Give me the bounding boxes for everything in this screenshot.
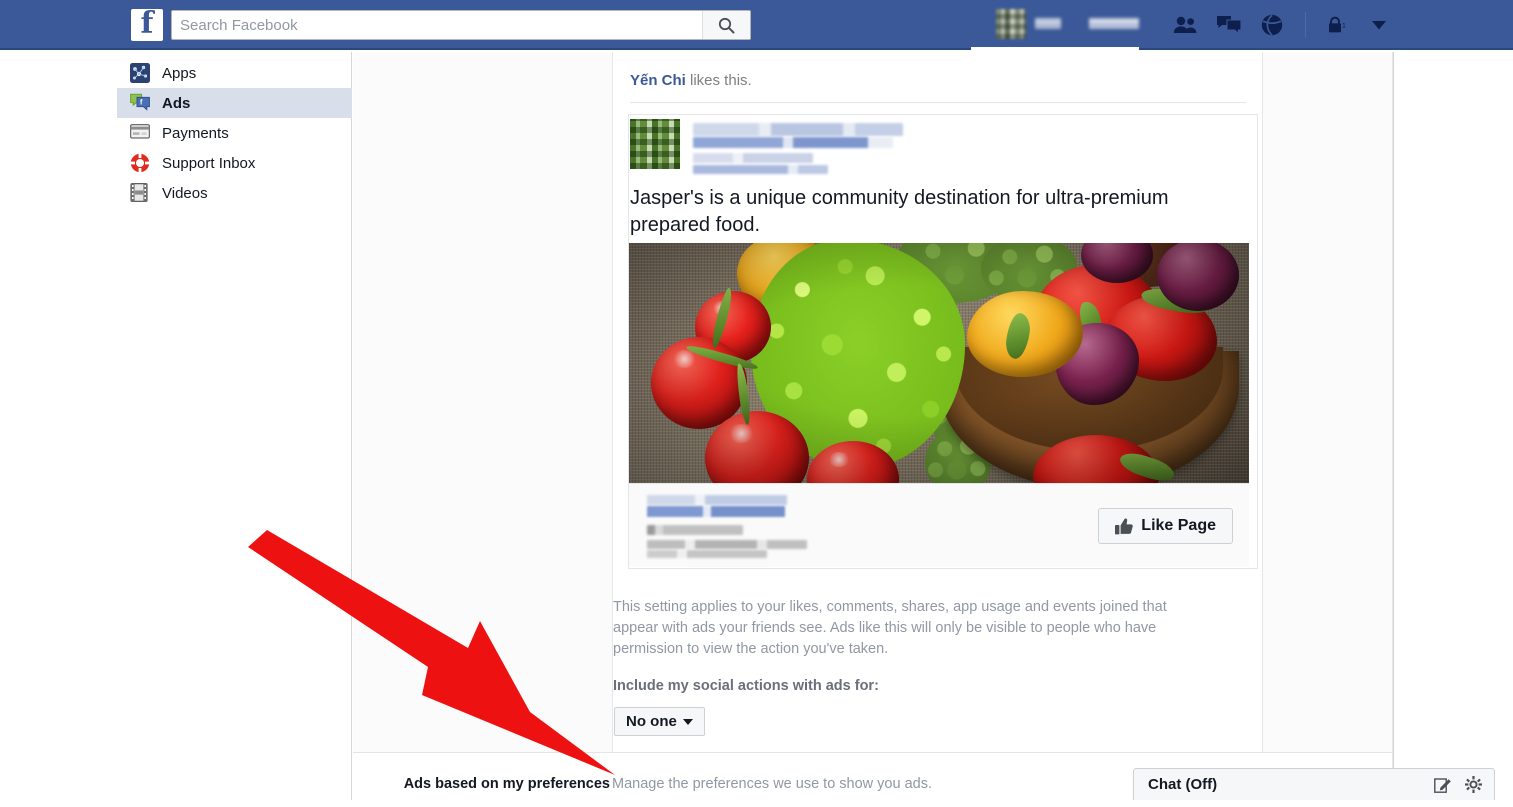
svg-text:1: 1 <box>1342 23 1345 30</box>
settings-sidebar: Apps f Ads Payments Support Inbox Videos <box>0 52 352 800</box>
thumbs-up-icon <box>1115 517 1134 534</box>
ad-preview-card: Jasper's is a unique community destinati… <box>628 114 1258 569</box>
facebook-logo[interactable]: f <box>131 9 163 41</box>
search-bar[interactable] <box>171 10 751 40</box>
setting-label: Include my social actions with ads for: <box>613 678 879 694</box>
sidebar-item-label: Support Inbox <box>162 154 256 172</box>
privacy-shortcuts-button[interactable]: 1 <box>1325 12 1359 38</box>
apps-icon <box>130 63 150 83</box>
sidebar-item-payments[interactable]: Payments <box>117 118 352 148</box>
page-avatar[interactable] <box>630 119 680 169</box>
ad-body-text: Jasper's is a unique community destinati… <box>630 187 1169 236</box>
likes-suffix: likes this. <box>685 72 752 89</box>
privacy-lock-icon: 1 <box>1329 16 1345 33</box>
audience-dropdown-button[interactable]: No one <box>614 707 705 736</box>
top-navigation-bar: f Search Facebook 1 <box>0 0 1513 50</box>
chevron-down-icon <box>682 718 693 725</box>
page-name-redacted-line <box>693 137 893 148</box>
notifications-button[interactable] <box>1258 12 1286 38</box>
photo-vignette <box>629 243 1249 483</box>
messages-icon <box>1217 16 1242 35</box>
right-gutter <box>1393 52 1513 800</box>
friend-requests-button[interactable] <box>1171 12 1199 38</box>
ads-icon: f <box>130 93 150 113</box>
sidebar-item-apps[interactable]: Apps <box>117 58 352 88</box>
film-strip-icon <box>130 183 150 203</box>
gear-icon <box>1465 776 1482 793</box>
compose-button[interactable] <box>1434 776 1451 793</box>
social-ads-setting-card: Yến Chi likes this. Jasper's is a unique… <box>612 52 1263 752</box>
sidebar-item-support-inbox[interactable]: Support Inbox <box>117 148 352 178</box>
page-desc-redacted <box>647 525 743 535</box>
divider <box>630 102 1246 103</box>
page-meta-redacted-line <box>693 153 813 163</box>
sidebar-item-label: Videos <box>162 184 208 202</box>
sidebar-item-label: Payments <box>162 124 229 142</box>
chat-label: Chat (Off) <box>1148 776 1218 793</box>
ad-photo[interactable] <box>629 243 1249 483</box>
page-link-redacted <box>647 506 785 517</box>
sidebar-item-label: Apps <box>162 64 197 82</box>
avatar <box>996 8 1026 39</box>
liker-name[interactable]: Yến Chi <box>630 72 686 89</box>
search-input[interactable] <box>172 11 702 39</box>
preferences-title: Ads based on my preferences <box>403 776 610 792</box>
like-page-button[interactable]: Like Page <box>1098 508 1233 544</box>
chat-bar[interactable]: Chat (Off) <box>1133 768 1495 800</box>
page-body: Apps f Ads Payments Support Inbox Videos… <box>0 52 1513 800</box>
payments-card-icon <box>129 123 151 143</box>
page-name-redacted-line <box>693 123 903 136</box>
nav-divider <box>1305 12 1306 38</box>
home-link-redacted <box>1089 18 1139 29</box>
search-icon <box>718 17 735 33</box>
content-column: Yến Chi likes this. Jasper's is a unique… <box>353 52 1393 800</box>
account-dropdown-caret-icon <box>1372 20 1386 29</box>
audience-value: No one <box>626 713 677 730</box>
like-page-label: Like Page <box>1141 517 1216 534</box>
page-desc-redacted <box>647 550 767 558</box>
profile-name-redacted <box>1034 18 1062 29</box>
page-desc-redacted <box>647 540 807 549</box>
notifications-globe-icon <box>1261 14 1283 36</box>
profile-link[interactable] <box>971 0 1139 50</box>
page-link-redacted <box>647 495 787 505</box>
social-context-line: Yến Chi likes this. <box>630 72 752 89</box>
page-meta-redacted-line <box>693 165 828 174</box>
ad-footer: Like Page <box>629 483 1249 567</box>
compose-icon <box>1434 778 1451 793</box>
sidebar-item-videos[interactable]: Videos <box>117 178 352 208</box>
lifebuoy-icon <box>130 153 150 173</box>
friend-requests-icon <box>1173 16 1197 33</box>
setting-description: This setting applies to your likes, comm… <box>613 599 1167 657</box>
ads-settings-panel: Yến Chi likes this. Jasper's is a unique… <box>353 52 1393 752</box>
sidebar-item-ads[interactable]: f Ads <box>117 88 352 118</box>
search-button[interactable] <box>702 11 750 39</box>
chat-settings-button[interactable] <box>1465 776 1482 793</box>
preferences-description: Manage the preferences we use to show yo… <box>612 776 932 792</box>
sidebar-item-label: Ads <box>162 94 191 112</box>
account-menu-button[interactable] <box>1366 12 1392 38</box>
messages-button[interactable] <box>1215 12 1243 38</box>
